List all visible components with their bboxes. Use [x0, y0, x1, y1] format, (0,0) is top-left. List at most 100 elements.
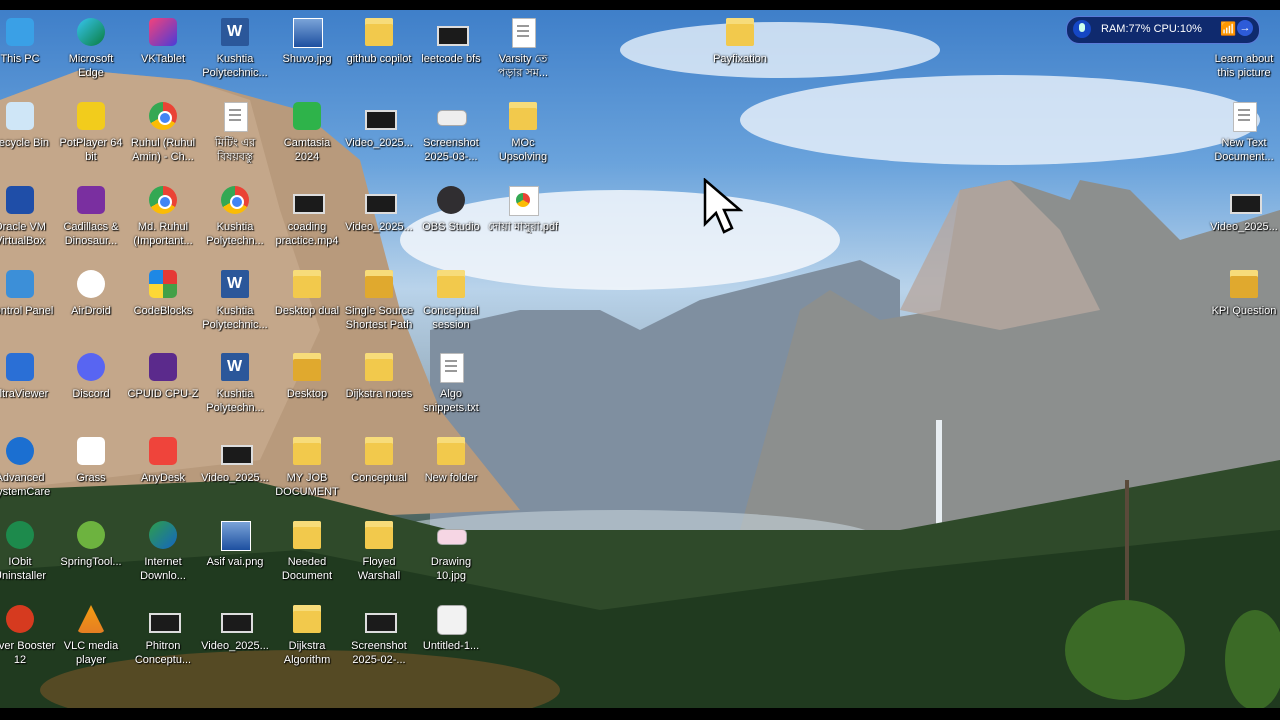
camtasia-icon — [293, 102, 321, 130]
folder-icon — [293, 521, 321, 549]
desktop-icon-moc-upsolving[interactable]: MOc Upsolving — [487, 96, 559, 176]
iobit-icon — [6, 521, 34, 549]
desktop-icon-video-1[interactable]: Video_2025... — [199, 431, 271, 511]
desktop-icon-coading-practice[interactable]: coading practice.mp4 — [271, 180, 343, 260]
desktop-icon-sssp[interactable]: Single Source Shortest Path — [343, 264, 415, 344]
control-panel-icon — [6, 270, 34, 298]
word-doc-icon — [221, 270, 249, 298]
icon-label: Advanced SystemCare — [0, 472, 51, 498]
icon-label: Payfixation — [713, 53, 767, 65]
desktop-icon-conceptual[interactable]: Conceptual — [343, 431, 415, 511]
desktop-icon-desktop-dual[interactable]: Desktop dual — [271, 264, 343, 344]
vlc-icon — [77, 605, 105, 633]
desktop-icon-spring[interactable]: SpringTool... — [55, 515, 127, 595]
desktop-icon-ultraviewer[interactable]: UltraViewer — [0, 347, 56, 427]
microphone-icon[interactable] — [1073, 20, 1091, 38]
desktop-icon-drawing[interactable]: Drawing 10.jpg — [415, 515, 487, 595]
icon-label: PotPlayer 64 bit — [59, 137, 123, 163]
desktop-icon-vktablet[interactable]: VKTablet — [127, 12, 199, 92]
desktop-icon-meeting-notes[interactable]: মিটিং এর বিষয়বস্তু — [199, 96, 271, 176]
desktop-icon-chrome-md-ruhul[interactable]: Md. Ruhul (Important... — [127, 180, 199, 260]
desktop-icon-potplayer[interactable]: PotPlayer 64 bit — [55, 96, 127, 176]
desktop-icon-airdroid[interactable]: AirDroid — [55, 264, 127, 344]
desktop-icon-leetcode-bfs[interactable]: leetcode bfs — [415, 12, 487, 92]
discord-icon — [77, 353, 105, 381]
desktop-icon-github-copilot[interactable]: github copilot — [343, 12, 415, 92]
bottom-black-bar — [0, 708, 1280, 720]
desktop-icon-new-folder[interactable]: New folder — [415, 431, 487, 511]
icon-label: Screenshot 2025-03-... — [423, 137, 479, 163]
desktop-icon-anydesk[interactable]: AnyDesk — [127, 431, 199, 511]
pdf-icon — [509, 186, 539, 216]
desktop-icon-this-pc[interactable]: This PC — [0, 12, 56, 92]
desktop-icon-conceptual-session[interactable]: Conceptual session — [415, 264, 487, 344]
desktop-icon-grass[interactable]: Grass — [55, 431, 127, 511]
desktop[interactable]: RAM:77% CPU:10% 📶 → This PC Recycle Bin … — [0, 10, 1280, 708]
desktop-icon-pdf[interactable]: দোয়া মাসুরা.pdf — [487, 180, 559, 260]
desktop-icon-payfixation[interactable]: Payfixation — [704, 12, 776, 92]
desktop-icon-video-5[interactable]: Video_2025... — [1208, 180, 1280, 260]
desktop-icon-discord[interactable]: Discord — [55, 347, 127, 427]
desktop-icon-new-text-document[interactable]: New Text Document... — [1208, 96, 1280, 176]
desktop-icon-dijkstra-algorithm[interactable]: Dijkstra Algorithm — [271, 599, 343, 679]
desktop-icon-video-3[interactable]: Video_2025... — [343, 96, 415, 176]
chrome-icon — [221, 186, 249, 214]
desktop-icon-video-2[interactable]: Video_2025... — [199, 599, 271, 679]
desktop-icon-screenshot-1[interactable]: Screenshot 2025-03-... — [415, 96, 487, 176]
icon-label: Learn about this picture — [1214, 53, 1274, 79]
icon-label: Cadillacs & Dinosaur... — [63, 221, 119, 247]
desktop-icon-shuvo[interactable]: Shuvo.jpg — [271, 12, 343, 92]
desktop-icon-kushtia-doc-3[interactable]: Kushtia Polytechn... — [199, 347, 271, 427]
folder-icon — [293, 605, 321, 633]
desktop-icon-camtasia[interactable]: Camtasia 2024 — [271, 96, 343, 176]
desktop-icon-varsity[interactable]: Varsity তে পড়ার সম... — [487, 12, 559, 92]
desktop-icon-codeblocks[interactable]: CodeBlocks — [127, 264, 199, 344]
image-file-icon — [437, 605, 467, 635]
desktop-icon-desktop-folder[interactable]: Desktop — [271, 347, 343, 427]
spring-icon — [77, 521, 105, 549]
desktop-icon-driver-booster[interactable]: Driver Booster 12 — [0, 599, 56, 679]
desktop-icon-phitron[interactable]: Phitron Conceptu... — [127, 599, 199, 679]
desktop-icon-screenshot-2[interactable]: Screenshot 2025-02-... — [343, 599, 415, 679]
desktop-icon-algo-snippets[interactable]: Algo snippets.txt — [415, 347, 487, 427]
desktop-icon-idm[interactable]: Internet Downlo... — [127, 515, 199, 595]
chrome-icon — [149, 102, 177, 130]
desktop-icon-vlc[interactable]: VLC media player — [55, 599, 127, 679]
desktop-icon-floyed-warshall[interactable]: Floyed Warshall — [343, 515, 415, 595]
word-doc-icon — [221, 353, 249, 381]
desktop-icon-virtualbox[interactable]: Oracle VM VirtualBox — [0, 180, 56, 260]
icon-label: Varsity তে পড়ার সম... — [497, 53, 549, 79]
desktop-icon-kpi-question[interactable]: KPI Question — [1208, 264, 1280, 344]
icon-label: Phitron Conceptu... — [134, 640, 192, 666]
icon-label: coading practice.mp4 — [275, 221, 339, 247]
desktop-icon-chrome-ruhul[interactable]: Ruhul (Ruhul Amin) - Ch... — [127, 96, 199, 176]
icon-label: Oracle VM VirtualBox — [0, 221, 46, 247]
desktop-icon-untitled[interactable]: Untitled-1... — [415, 599, 487, 679]
desktop-icon-recycle-bin[interactable]: Recycle Bin — [0, 96, 56, 176]
desktop-icon-video-4[interactable]: Video_2025... — [343, 180, 415, 260]
photo-icon — [293, 18, 323, 48]
folder-icon — [1230, 270, 1258, 298]
desktop-icon-my-job-document[interactable]: MY JOB DOCUMENT — [271, 431, 343, 511]
desktop-icon-iobit[interactable]: IObit Uninstaller — [0, 515, 56, 595]
icon-label: Video_2025... — [1210, 221, 1278, 233]
desktop-icon-kushtia-chrome[interactable]: Kushtia Polytechn... — [199, 180, 271, 260]
desktop-icon-dijkstra-notes[interactable]: Dijkstra notes — [343, 347, 415, 427]
icon-label: Discord — [72, 388, 110, 400]
desktop-icon-asif-vai[interactable]: Asif vai.png — [199, 515, 271, 595]
desktop-icon-cpuz[interactable]: CPUID CPU-Z — [127, 347, 199, 427]
desktop-icon-systemcare[interactable]: Advanced SystemCare — [0, 431, 56, 511]
desktop-icon-kushtia-doc-1[interactable]: Kushtia Polytechnic... — [199, 12, 271, 92]
desktop-icon-obs[interactable]: OBS Studio — [415, 180, 487, 260]
image-file-icon — [437, 529, 467, 545]
icon-label: UltraViewer — [0, 388, 49, 400]
desktop-icon-learn-about-picture[interactable]: Learn about this picture — [1208, 12, 1280, 92]
desktop-icon-cadillacs[interactable]: Cadillacs & Dinosaur... — [55, 180, 127, 260]
anydesk-icon — [149, 437, 177, 465]
desktop-icon-control-panel[interactable]: Control Panel — [0, 264, 56, 344]
desktop-icon-edge[interactable]: Microsoft Edge — [55, 12, 127, 92]
desktop-icon-kushtia-doc-2[interactable]: Kushtia Polytechnic... — [199, 264, 271, 344]
icon-label: Floyed Warshall — [357, 556, 401, 582]
folder-icon — [293, 270, 321, 298]
desktop-icon-needed-document[interactable]: Needed Document — [271, 515, 343, 595]
